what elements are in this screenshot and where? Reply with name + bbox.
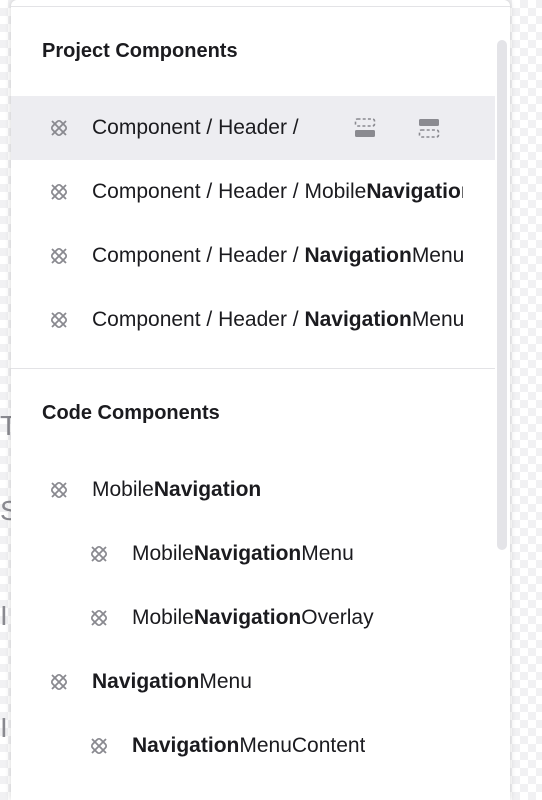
component-icon: [88, 543, 110, 565]
component-list-item[interactable]: NavigationMenuContent: [11, 714, 495, 778]
label-match-highlight: Navigation: [153, 478, 262, 501]
component-icon: [48, 671, 70, 693]
label-match-highlight: Navigation: [304, 308, 412, 331]
component-item-label: Component / Header / NavigationMenu: [92, 224, 463, 288]
project-components-title: Project Components: [42, 40, 238, 62]
component-icon: [88, 735, 110, 757]
label-match-highlight: Navigation: [193, 606, 302, 629]
label-text: Menu: [199, 670, 252, 693]
label-text: Mobile: [132, 542, 194, 565]
component-icon: [48, 117, 70, 139]
component-icon: [88, 607, 110, 629]
label-text: MenuContent: [239, 734, 366, 757]
component-item-label: MobileNavigationMenu: [132, 522, 354, 586]
label-text: Overlay: [301, 606, 374, 629]
insert-above-icon[interactable]: [353, 116, 377, 140]
component-icon: [48, 479, 70, 501]
component-list-item[interactable]: Component / Header /: [11, 96, 495, 160]
component-picker-panel: Project Components Component / Header / …: [11, 0, 510, 800]
component-item-label: NavigationMenuContent: [132, 714, 365, 778]
component-icon: [48, 309, 70, 331]
section-divider: [11, 368, 495, 369]
code-components-title: Code Components: [42, 402, 220, 424]
component-list-item[interactable]: MobileNavigationOverlay: [11, 586, 495, 650]
label-text: Component / Header /: [92, 116, 299, 139]
component-item-label: MobileNavigation: [92, 458, 261, 522]
panel-top-divider: [11, 6, 510, 7]
label-match-highlight: Navigation: [132, 734, 240, 757]
label-text: Menu: [411, 308, 463, 331]
label-text: Mobile: [132, 606, 194, 629]
label-text: Menu: [301, 542, 354, 565]
component-item-label: Component / Header / MobileNavigation: [92, 160, 463, 224]
component-list-item[interactable]: Component / Header / MobileNavigation: [11, 160, 495, 224]
label-match-highlight: Navigation: [366, 180, 463, 203]
component-icon: [48, 245, 70, 267]
label-text: Component / Header /: [92, 308, 305, 331]
label-text: Component / Header / Mobile: [92, 180, 367, 203]
component-list-item[interactable]: MobileNavigation: [11, 458, 495, 522]
component-icon: [48, 181, 70, 203]
label-match-highlight: Navigation: [304, 244, 412, 267]
label-text: Menu: [411, 244, 463, 267]
label-match-highlight: Navigation: [193, 542, 302, 565]
component-item-label: Component / Header / NavigationMenu: [92, 288, 463, 352]
insert-below-icon[interactable]: [417, 116, 441, 140]
component-list-item[interactable]: MobileNavigationMenu: [11, 522, 495, 586]
component-list-item[interactable]: Component / Header / NavigationMenu: [11, 288, 495, 352]
component-item-label: NavigationMenu: [92, 650, 252, 714]
component-item-label: MobileNavigationOverlay: [132, 586, 374, 650]
component-list-item[interactable]: Component / Header / NavigationMenu: [11, 224, 495, 288]
scrollbar-thumb[interactable]: [497, 40, 507, 550]
label-text: Mobile: [92, 478, 154, 501]
label-match-highlight: Navigation: [92, 670, 200, 693]
component-item-label: Component / Header /: [92, 96, 320, 160]
label-text: Component / Header /: [92, 244, 305, 267]
component-list-item[interactable]: NavigationMenu: [11, 650, 495, 714]
